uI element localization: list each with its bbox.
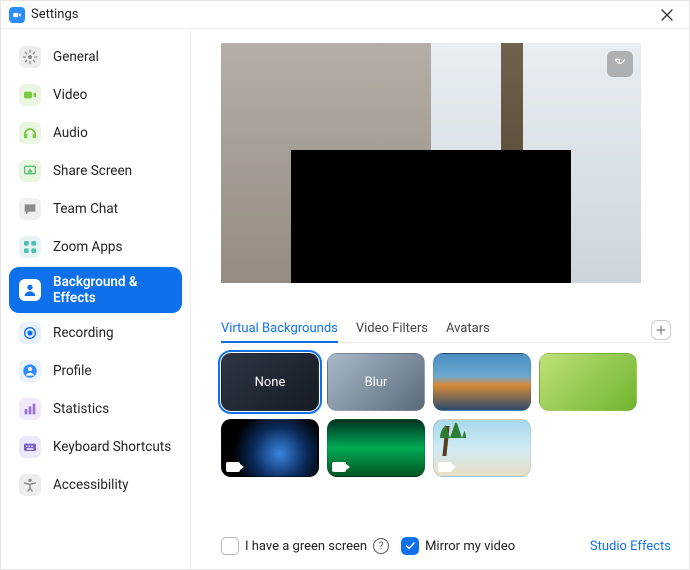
sidebar-item-label: Zoom Apps [53, 239, 122, 255]
sidebar-item-zoom-apps[interactable]: Zoom Apps [9, 229, 182, 265]
sidebar-item-general[interactable]: General [9, 39, 182, 75]
sidebar-item-background-effects[interactable]: Background & Effects [9, 267, 182, 313]
effect-tabs: Virtual Backgrounds Video Filters Avatars [221, 317, 671, 343]
close-button[interactable] [653, 3, 681, 27]
preview-redacted-area [291, 150, 571, 283]
rotate-camera-button[interactable] [607, 51, 633, 77]
sidebar-item-label: General [53, 49, 99, 65]
content-panel: Virtual BackgroundsVideo FiltersAvatars … [191, 29, 689, 569]
sidebar-item-label: Accessibility [53, 477, 129, 493]
mirror-group: Mirror my video [401, 537, 515, 555]
background-option-beach[interactable] [433, 419, 531, 477]
keyboard-icon [19, 436, 41, 458]
mirror-video-label: Mirror my video [425, 539, 515, 554]
sidebar-item-label: Keyboard Shortcuts [53, 439, 171, 455]
sidebar-item-team-chat[interactable]: Team Chat [9, 191, 182, 227]
green-screen-group: I have a green screen ? [221, 537, 389, 555]
share-icon [19, 160, 41, 182]
sidebar-item-label: Share Screen [53, 163, 132, 179]
zoom-app-icon [9, 7, 25, 23]
background-option-label: None [255, 375, 286, 390]
audio-icon [19, 122, 41, 144]
sidebar-item-label: Profile [53, 363, 92, 379]
green-screen-label: I have a green screen [245, 539, 367, 554]
gear-icon [19, 46, 41, 68]
green-screen-checkbox[interactable] [221, 537, 239, 555]
sidebar-item-label: Team Chat [53, 201, 118, 217]
sidebar-item-accessibility[interactable]: Accessibility [9, 467, 182, 503]
apps-icon [19, 236, 41, 258]
mirror-video-checkbox[interactable] [401, 537, 419, 555]
check-icon [404, 540, 416, 552]
sidebar-item-keyboard-shortcuts[interactable]: Keyboard Shortcuts [9, 429, 182, 465]
close-icon [661, 9, 673, 21]
accessibility-icon [19, 474, 41, 496]
footer-row: I have a green screen ? Mirror my video … [221, 525, 671, 555]
video-badge-icon [226, 462, 240, 472]
background-option-blur[interactable]: Blur [327, 353, 425, 411]
settings-window: Settings General Video Audio Share Scree… [0, 0, 690, 570]
tab-video-filters[interactable]: Video Filters [356, 317, 428, 342]
sidebar-item-label: Recording [53, 325, 114, 341]
video-icon [19, 84, 41, 106]
background-option-label: Blur [365, 375, 388, 390]
chat-icon [19, 198, 41, 220]
window-title: Settings [31, 7, 78, 22]
background-option-grass[interactable] [539, 353, 637, 411]
sidebar-item-recording[interactable]: Recording [9, 315, 182, 351]
sidebar-item-audio[interactable]: Audio [9, 115, 182, 151]
sidebar-item-label: Statistics [53, 401, 109, 417]
sidebar-item-label: Video [53, 87, 87, 103]
sidebar-item-profile[interactable]: Profile [9, 353, 182, 389]
studio-effects-link[interactable]: Studio Effects [590, 539, 671, 554]
add-background-button[interactable] [651, 320, 671, 340]
green-screen-help-icon[interactable]: ? [373, 538, 389, 554]
background-option-aurora[interactable] [327, 419, 425, 477]
background-option-none[interactable]: None [221, 353, 319, 411]
background-option-bridge[interactable] [433, 353, 531, 411]
sidebar-item-video[interactable]: Video [9, 77, 182, 113]
titlebar: Settings [1, 1, 689, 29]
profile-icon [19, 360, 41, 382]
tab-avatars[interactable]: Avatars [446, 317, 490, 342]
video-preview [221, 43, 641, 283]
plus-icon [655, 324, 667, 336]
video-badge-icon [438, 462, 452, 472]
person-icon [19, 279, 41, 301]
tab-virtual-backgrounds[interactable]: Virtual Backgrounds [221, 317, 338, 342]
stats-icon [19, 398, 41, 420]
background-option-earth[interactable] [221, 419, 319, 477]
sidebar: General Video Audio Share Screen Team Ch… [1, 29, 191, 569]
sidebar-item-label: Background & Effects [53, 274, 172, 306]
background-grid: None Blur [221, 353, 671, 477]
sidebar-item-statistics[interactable]: Statistics [9, 391, 182, 427]
sidebar-item-share-screen[interactable]: Share Screen [9, 153, 182, 189]
record-icon [19, 322, 41, 344]
video-badge-icon [332, 462, 346, 472]
sidebar-item-label: Audio [53, 125, 88, 141]
rotate-icon [613, 57, 627, 71]
